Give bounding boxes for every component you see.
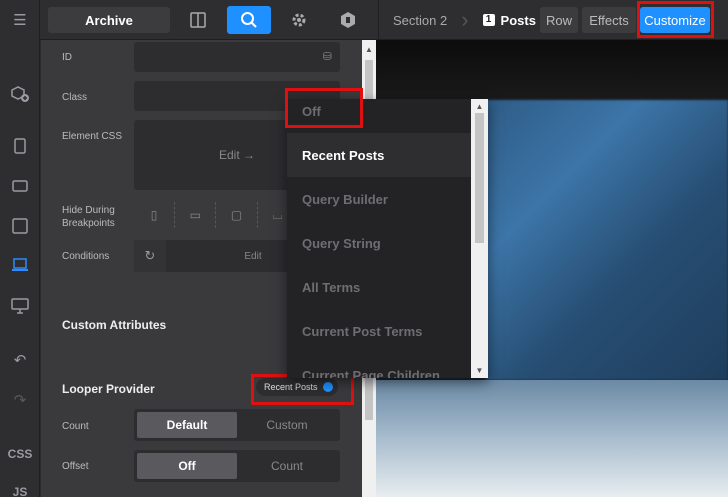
offset-off-option[interactable]: Off [137,453,237,479]
css-button[interactable]: CSS [0,440,40,468]
breakpoint-tablet-icon[interactable]: ▢ [216,202,258,228]
dropdown-option-query-string[interactable]: Query String [287,221,471,265]
breadcrumb-badge: 1 [482,14,495,26]
add-element-icon[interactable] [0,80,40,108]
dropdown-option-off[interactable]: Off [287,99,471,133]
dropdown-option-all-terms[interactable]: All Terms [287,265,471,309]
hide-breakpoints-label: Hide During Breakpoints [62,205,115,229]
count-label: Count [62,421,89,432]
element-css-label: Element CSS [62,131,123,142]
js-button[interactable]: JS [0,478,40,497]
custom-attributes-heading[interactable]: Custom Attributes [62,318,166,332]
customize-button[interactable]: Customize [640,7,710,33]
scroll-up-icon[interactable]: ▲ [362,42,376,56]
breakpoint-tablet-landscape-icon[interactable]: ▭ [175,202,217,228]
dropdown-option-query-builder[interactable]: Query Builder [287,177,471,221]
looper-provider-heading: Looper Provider [62,382,155,396]
preview-footer-image [376,380,728,497]
row-button[interactable]: Row [540,7,578,33]
left-rail: ☰ ↶ ↷ CSS JS [0,0,40,497]
tablet-landscape-icon[interactable] [0,172,40,200]
dropdown-scrollbar[interactable]: ▲ ▼ [471,99,488,378]
redo-icon[interactable]: ↷ [0,386,40,414]
tablet-icon[interactable] [0,212,40,240]
laptop-icon[interactable] [0,251,40,279]
undo-icon[interactable]: ↶ [0,346,40,374]
hexagon-icon[interactable] [326,6,370,34]
breadcrumb: Section 2 › 1 Posts [378,0,550,40]
breadcrumb-current-label: Posts [500,12,536,28]
preview-hero-image [486,100,728,380]
breadcrumb-section[interactable]: Section 2 [379,0,461,40]
phone-icon[interactable] [0,132,40,160]
offset-count-option[interactable]: Count [237,453,337,479]
effects-button[interactable]: Effects [582,7,636,33]
count-segmented: Default Custom [134,409,340,441]
breadcrumb-current[interactable]: 1 Posts [469,0,550,40]
refresh-icon[interactable]: ↻ [134,240,166,272]
conditions-label: Conditions [62,251,110,262]
layout-icon[interactable] [176,6,220,34]
count-default-option[interactable]: Default [137,412,237,438]
desktop-icon[interactable] [0,292,40,320]
dropdown-scroll-up-icon[interactable]: ▲ [471,99,488,113]
offset-label: Offset [62,461,89,472]
database-icon: ⛁ [322,51,332,63]
looper-provider-dropdown: Off Recent Posts Query Builder Query Str… [287,99,488,378]
toggle-dot-icon [323,382,333,392]
id-field[interactable]: ⛁ [134,42,340,72]
dropdown-scroll-thumb[interactable] [475,113,484,243]
dropdown-option-current-post-terms[interactable]: Current Post Terms [287,309,471,353]
dropdown-scroll-down-icon[interactable]: ▼ [471,363,488,377]
count-custom-option[interactable]: Custom [237,412,337,438]
hamburger-icon[interactable]: ☰ [0,6,40,34]
breadcrumb-separator-icon: › [461,7,469,32]
offset-segmented: Off Count [134,450,340,482]
looper-provider-select[interactable]: Recent Posts [256,378,338,396]
class-label: Class [62,92,88,103]
search-icon[interactable] [227,6,271,34]
dropdown-option-recent-posts[interactable]: Recent Posts [287,133,471,177]
top-bar: Archive Section 2 › 1 Posts Row Effects … [40,0,728,40]
dropdown-option-current-page-children[interactable]: Current Page Children [287,353,471,379]
preview-header-image [376,40,728,100]
archive-button[interactable]: Archive [48,7,170,33]
gear-icon[interactable] [277,6,321,34]
id-label: ID [62,52,72,63]
breakpoint-phone-icon[interactable]: ▯ [134,202,176,228]
looper-provider-value: Recent Posts [264,382,318,392]
